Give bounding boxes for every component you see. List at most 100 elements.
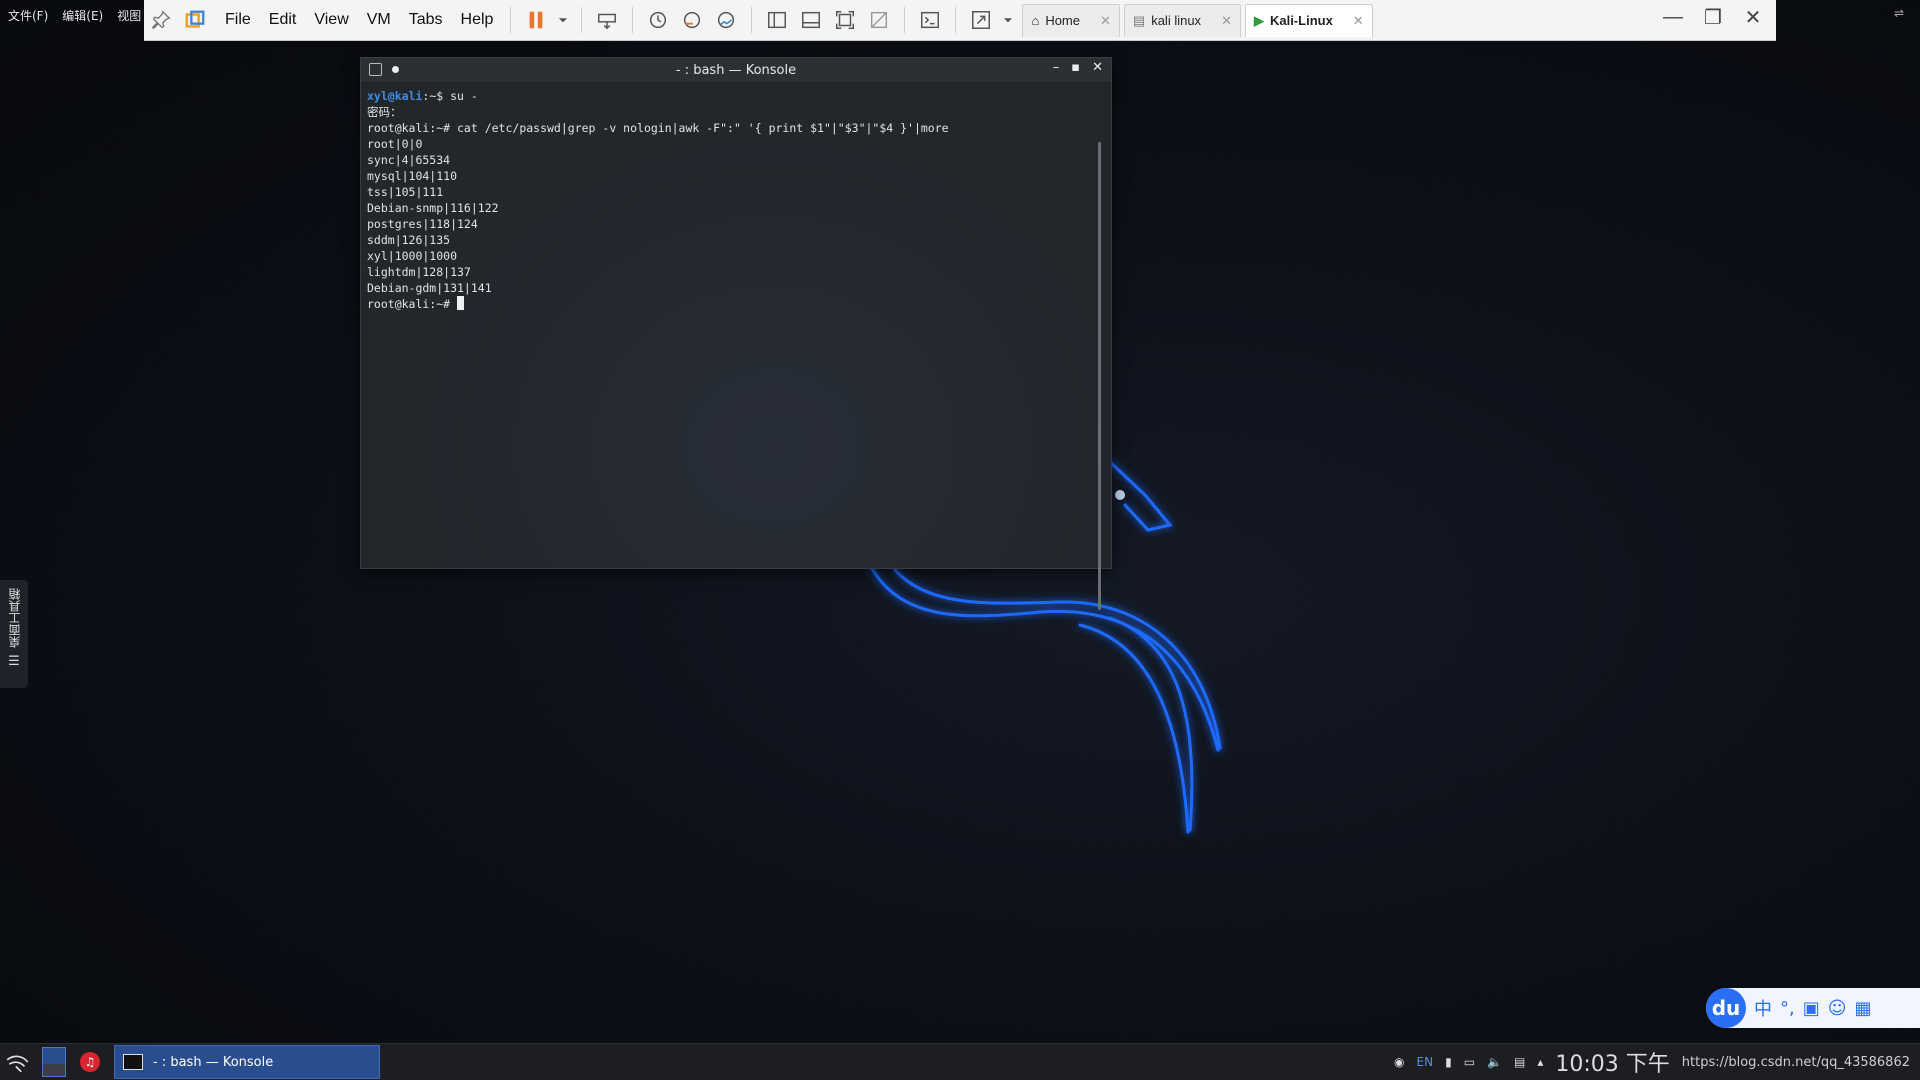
maximize-icon[interactable]: ❐ xyxy=(1700,4,1726,30)
terminal-line: sync|4|65534 xyxy=(367,153,451,167)
stretch-dropdown-icon[interactable] xyxy=(1001,6,1015,34)
baidu-ime-logo[interactable]: du xyxy=(1706,988,1746,1028)
maximize-icon[interactable]: ▪ xyxy=(1071,60,1080,75)
terminal-line: lightdm|128|137 xyxy=(367,265,471,279)
toolbar-divider xyxy=(955,7,957,33)
desktop-toolbox[interactable]: 桌面工具箱 ☰ xyxy=(0,580,28,688)
konsole-window[interactable]: - : bash — Konsole – ▪ ✕ xyl@kali:~$ su … xyxy=(360,57,1112,610)
full-screen-icon[interactable] xyxy=(831,6,859,34)
vmware-toolbar: File Edit View VM Tabs Help ⌂ Home ✕ ▤ k… xyxy=(144,0,1776,41)
terminal-line: mysql|104|110 xyxy=(367,169,458,183)
keyboard-layout[interactable]: EN xyxy=(1417,1055,1434,1069)
show-desktop-icon[interactable] xyxy=(36,1044,72,1080)
konsole-titlebar[interactable]: - : bash — Konsole – ▪ ✕ xyxy=(361,58,1111,82)
minimize-icon[interactable]: – xyxy=(1053,60,1060,75)
minimize-icon[interactable]: — xyxy=(1660,4,1686,30)
clipboard-icon[interactable]: ▤ xyxy=(1514,1055,1525,1069)
close-window-icon[interactable]: ✕ xyxy=(1740,4,1766,30)
scrollbar[interactable] xyxy=(1098,142,1101,610)
host-menu-file[interactable]: 文件(F) xyxy=(8,7,48,24)
sidebar-toggle-icon[interactable] xyxy=(763,6,791,34)
terminal-line: postgres|118|124 xyxy=(367,217,478,231)
terminal-line: Debian-gdm|131|141 xyxy=(367,281,492,295)
stretch-icon[interactable] xyxy=(967,6,995,34)
ime-user-icon[interactable]: ☺ xyxy=(1828,998,1847,1019)
pin-icon[interactable] xyxy=(147,6,175,34)
usb-icon[interactable]: ▮ xyxy=(1445,1055,1452,1069)
ime-punctuation[interactable]: °, xyxy=(1780,998,1795,1019)
tab-kali-linux[interactable]: ▤ kali linux ✕ xyxy=(1123,3,1241,37)
terminal-icon xyxy=(123,1054,143,1070)
clock[interactable]: 10:03 下午 xyxy=(1555,1046,1669,1078)
host-menu-edit[interactable]: 编辑(E) xyxy=(62,7,103,24)
menu-tabs[interactable]: Tabs xyxy=(400,11,452,29)
ime-toolbar[interactable]: du 中 °, ▣ ☺ ▦ xyxy=(1706,988,1920,1028)
tab-kali-linux-active[interactable]: ▶ Kali-Linux ✕ xyxy=(1244,3,1373,37)
menu-help[interactable]: Help xyxy=(452,11,503,29)
menu-vm[interactable]: VM xyxy=(358,11,400,29)
toolbar-divider xyxy=(904,7,906,33)
prompt-command: :~$ su - xyxy=(422,89,478,103)
snapshot-manager-icon[interactable] xyxy=(712,6,740,34)
terminal-line: xyl@kali:~$ su - xyxy=(367,88,1105,104)
display-icon[interactable]: ▭ xyxy=(1464,1055,1475,1069)
current-prompt: root@kali:~# xyxy=(367,297,458,311)
terminal-line: tss|105|111 xyxy=(367,185,444,199)
toolbar-divider xyxy=(510,7,512,33)
unity-mode-icon[interactable] xyxy=(865,6,893,34)
menu-view[interactable]: View xyxy=(305,11,357,29)
power-dropdown-icon[interactable] xyxy=(556,6,570,34)
close-icon[interactable]: ✕ xyxy=(1221,13,1232,29)
snapshot-icon[interactable] xyxy=(644,6,672,34)
toolbar-divider xyxy=(751,7,753,33)
home-icon: ⌂ xyxy=(1031,13,1040,28)
expand-tray-icon[interactable]: ▴ xyxy=(1537,1055,1543,1069)
revert-snapshot-icon[interactable] xyxy=(678,6,706,34)
terminal-line: root|0|0 xyxy=(367,137,423,151)
menu-edit[interactable]: Edit xyxy=(260,11,306,29)
terminal-prompt-line: root@kali:~# xyxy=(367,296,1105,312)
menu-file[interactable]: File xyxy=(216,11,260,29)
terminal-line: xyl|1000|1000 xyxy=(367,249,458,263)
tab-kali-linux-active-label: Kali-Linux xyxy=(1269,13,1333,28)
host-settings-icon[interactable]: ⇌ xyxy=(1894,6,1904,20)
window-controls: — ❐ ✕ xyxy=(1660,4,1766,30)
netease-music-icon[interactable]: ♫ xyxy=(72,1044,108,1080)
close-icon[interactable]: ✕ xyxy=(1353,13,1364,29)
host-menu-view[interactable]: 视图 xyxy=(117,7,141,24)
console-view-icon[interactable] xyxy=(916,6,944,34)
toolbar-divider xyxy=(581,7,583,33)
vmware-logo-icon xyxy=(181,6,209,34)
watermark-url: https://blog.csdn.net/qq_43586862 xyxy=(1681,1054,1910,1070)
network-manager-icon[interactable]: ◉ xyxy=(1394,1055,1404,1069)
pause-icon[interactable] xyxy=(522,6,550,34)
menu-icon: ☰ xyxy=(8,654,20,669)
close-icon[interactable]: ✕ xyxy=(1092,60,1103,75)
ime-chinese-mode[interactable]: 中 xyxy=(1754,995,1772,1021)
terminal-line: sddm|126|135 xyxy=(367,233,451,247)
close-icon[interactable]: ✕ xyxy=(1100,13,1111,29)
ime-grid-icon[interactable]: ▦ xyxy=(1855,998,1872,1019)
ime-keyboard-icon[interactable]: ▣ xyxy=(1803,998,1820,1019)
prompt-user-host: xyl@kali xyxy=(367,89,423,103)
vm-icon: ▤ xyxy=(1132,12,1146,28)
toolbar-divider xyxy=(632,7,634,33)
taskbar-item-konsole[interactable]: - : bash — Konsole xyxy=(114,1045,380,1079)
kali-menu-icon[interactable] xyxy=(0,1044,36,1080)
terminal-output[interactable]: xyl@kali:~$ su - 密码： root@kali:~# cat /e… xyxy=(361,82,1111,568)
system-tray: ◉ EN ▮ ▭ 🔈 ▤ ▴ 10:03 下午 https://blog.csd… xyxy=(1394,1044,1910,1080)
host-menu-bar: 文件(F) 编辑(E) 视图 xyxy=(0,0,141,30)
text-cursor xyxy=(457,296,465,310)
volume-icon[interactable]: 🔈 xyxy=(1487,1055,1502,1069)
terminal-line: Debian-snmp|116|122 xyxy=(367,201,499,215)
tab-home[interactable]: ⌂ Home ✕ xyxy=(1022,3,1120,37)
taskbar: ♫ - : bash — Konsole ◉ EN ▮ ▭ 🔈 ▤ ▴ 10:0… xyxy=(0,1043,1920,1080)
thumbnail-bar-icon[interactable] xyxy=(797,6,825,34)
terminal-line: 密码： xyxy=(367,105,402,119)
terminal-line: root@kali:~# cat /etc/passwd|grep -v nol… xyxy=(367,121,949,135)
tab-home-label: Home xyxy=(1045,13,1080,28)
send-keys-icon[interactable] xyxy=(593,6,621,34)
konsole-title: - : bash — Konsole xyxy=(675,62,797,78)
taskbar-item-label: - : bash — Konsole xyxy=(153,1054,274,1070)
desktop-toolbox-label: 桌面工具箱 xyxy=(7,588,22,648)
